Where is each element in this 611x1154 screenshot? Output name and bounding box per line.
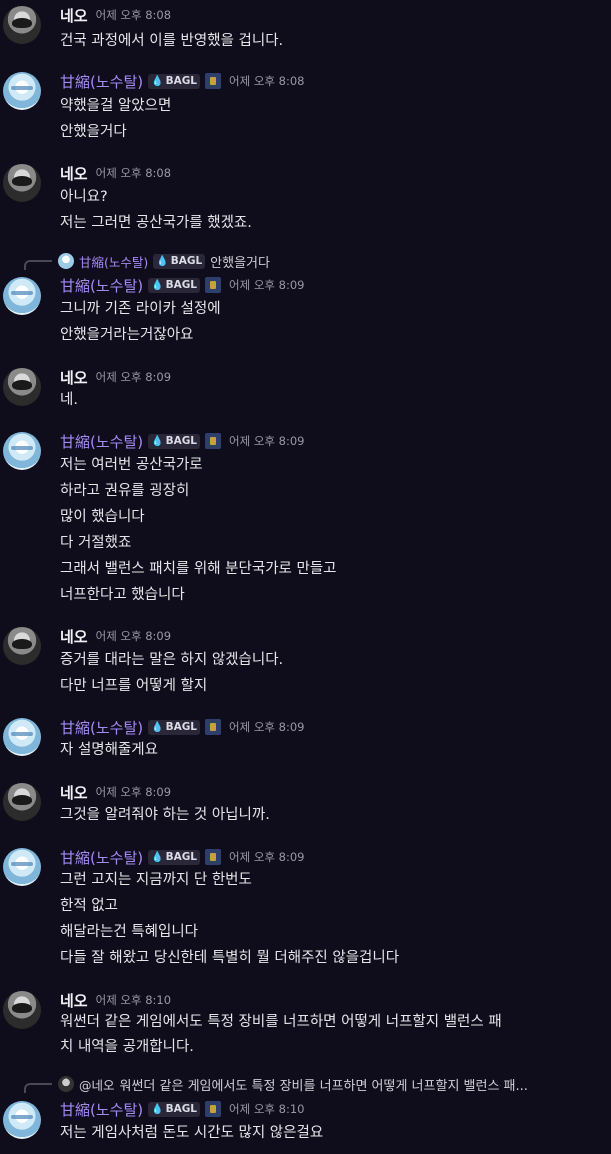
message-line: 하라고 권유를 굉장히 [60,483,190,499]
author-name[interactable]: 네오 [60,990,88,1011]
message-line: 약했을걸 알았으면 [60,98,172,114]
message-line: 증거를 대라는 말은 하지 않겠습니다. [60,652,284,668]
medal-icon[interactable] [205,849,222,865]
avatar[interactable] [3,848,41,886]
message-line: 안했을거라는거잖아요 [60,327,194,343]
timestamp: 어제 오후 8:10 [229,1102,305,1116]
avatar[interactable] [3,718,41,756]
server-tag[interactable]: 💧 BAGL [148,433,201,449]
message-line: 해달라는건 특혜입니다 [60,924,199,940]
water-drop-icon: 💧 [151,75,164,87]
avatar[interactable] [3,72,41,110]
medal-icon[interactable] [205,1101,222,1117]
reply-author[interactable]: @네오 [79,1075,115,1094]
chat-log: 네오 어제 오후 8:08 건국 과정에서 이를 반영했을 겁니다. 甘縮(노수… [0,0,611,1154]
timestamp: 어제 오후 8:09 [229,720,305,734]
message-line: 건국 과정에서 이를 반영했을 겁니다. [60,33,284,49]
server-tag[interactable]: 💧 BAGL [148,73,201,89]
reply-preview[interactable]: 甘縮(노수탈) 💧 BAGL 안했을거다 [24,252,270,271]
author-name[interactable]: 네오 [60,367,88,388]
message-line: 다들 잘 해왔고 당신한테 특별히 뭘 더해주진 않을겁니다 [60,950,400,966]
reply-preview[interactable]: @네오 워썬더 같은 게임에서도 특정 장비를 너프하면 어떻게 너프할지 밸런… [24,1075,528,1094]
reply-text: 안했을거다 [210,255,270,271]
timestamp: 어제 오후 8:08 [229,74,305,88]
avatar[interactable] [3,627,41,665]
message-line: 저는 게임사처럼 돈도 시간도 많지 않은걸요 [60,1125,324,1141]
message-line: 치 내역을 공개합니다. [60,1039,194,1055]
message-line: 그래서 밸런스 패치를 위해 분단국가로 만들고 [60,561,337,577]
reply-avatar [58,1076,74,1092]
server-tag[interactable]: 💧 BAGL [148,277,201,293]
water-drop-icon: 💧 [156,255,169,267]
message-line: 안했을거다 [60,124,127,140]
water-drop-icon: 💧 [151,435,164,447]
author-name[interactable]: 甘縮(노수탈) [60,431,143,452]
author-name[interactable]: 네오 [60,782,88,803]
water-drop-icon: 💧 [151,279,164,291]
water-drop-icon: 💧 [151,1103,164,1115]
message-line: 그것을 알려줘야 하는 것 아닙니까. [60,807,270,823]
medal-icon[interactable] [205,719,222,735]
author-name[interactable]: 甘縮(노수탈) [60,1099,143,1120]
server-tag[interactable]: 💧 BAGL [148,1101,201,1117]
message-line: 워썬더 같은 게임에서도 특정 장비를 너프하면 어떻게 너프할지 밸런스 패 [60,1014,502,1030]
avatar[interactable] [3,277,41,315]
author-name[interactable]: 네오 [60,5,88,26]
server-tag[interactable]: 💧 BAGL [148,719,201,735]
avatar[interactable] [3,368,41,406]
author-name[interactable]: 甘縮(노수탈) [60,717,143,738]
message-line: 네. [60,392,78,408]
timestamp: 어제 오후 8:09 [229,434,305,448]
avatar[interactable] [3,432,41,470]
timestamp: 어제 오후 8:09 [229,278,305,292]
server-tag[interactable]: 💧 BAGL [148,849,201,865]
message-line: 다만 너프를 어떻게 할지 [60,678,208,694]
message-line: 아니요? [60,189,108,205]
avatar[interactable] [3,6,41,44]
reply-author[interactable]: 甘縮(노수탈) [79,252,148,271]
author-name[interactable]: 네오 [60,163,88,184]
reply-avatar [58,253,74,269]
avatar[interactable] [3,783,41,821]
avatar[interactable] [3,164,41,202]
author-name[interactable]: 네오 [60,626,88,647]
avatar[interactable] [3,1101,41,1139]
timestamp: 어제 오후 8:09 [95,629,172,643]
timestamp: 어제 오후 8:09 [95,370,172,384]
message-line: 자 설명해줄게요 [60,742,158,758]
author-name[interactable]: 甘縮(노수탈) [60,275,143,296]
author-name[interactable]: 甘縮(노수탈) [60,847,143,868]
message-line: 너프한다고 했습니다 [60,587,185,603]
author-name[interactable]: 甘縮(노수탈) [60,71,143,92]
reply-connector [24,1083,52,1093]
timestamp: 어제 오후 8:08 [95,166,172,180]
message-line: 그니까 기존 라이카 설정에 [60,301,221,317]
message-line: 저는 그러면 공산국가를 했겠죠. [60,215,252,231]
avatar[interactable] [3,991,41,1029]
message-line: 다 거절했죠 [60,535,132,551]
timestamp: 어제 오후 8:09 [229,850,305,864]
water-drop-icon: 💧 [151,721,164,733]
message-line: 많이 했습니다 [60,509,145,525]
message-line: 한적 없고 [60,898,118,914]
server-tag: 💧 BAGL [153,253,206,269]
timestamp: 어제 오후 8:08 [95,8,172,22]
reply-text: 워썬더 같은 게임에서도 특정 장비를 너프하면 어떻게 너프할지 밸런스 패.… [119,1078,528,1094]
medal-icon[interactable] [205,73,222,89]
timestamp: 어제 오후 8:10 [95,993,172,1007]
reply-connector [24,260,52,270]
message-line: 저는 여러번 공산국가로 [60,457,203,473]
medal-icon[interactable] [205,433,222,449]
medal-icon[interactable] [205,277,222,293]
timestamp: 어제 오후 8:09 [95,785,172,799]
water-drop-icon: 💧 [151,851,164,863]
message-line: 그런 고지는 지금까지 단 한번도 [60,872,252,888]
